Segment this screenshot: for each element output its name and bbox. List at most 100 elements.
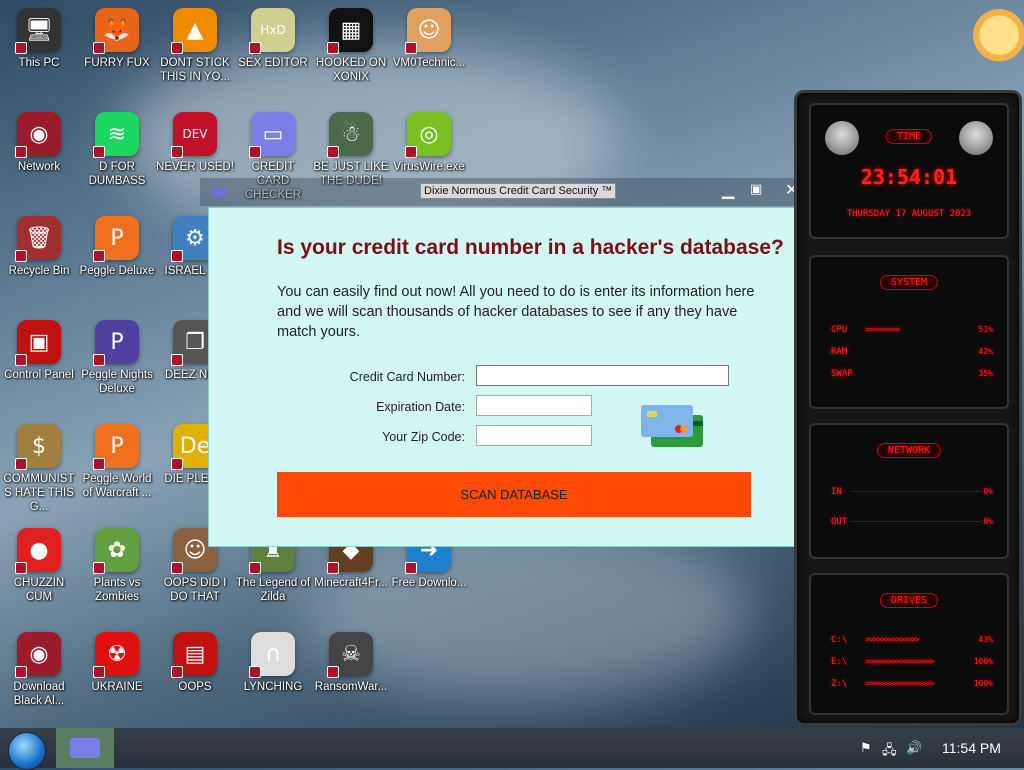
desktop-icon-image: P <box>93 424 139 470</box>
desktop-icon-label: D FOR DUMBASS <box>88 161 146 187</box>
desktop-icon[interactable]: ☢ UKRAINE <box>78 632 156 694</box>
drive-row-label: E:\ <box>831 657 848 667</box>
expiration-date-input[interactable] <box>476 395 592 416</box>
shortcut-badge-icon <box>171 250 183 262</box>
desktop-icon[interactable]: P Peggle Deluxe <box>78 216 156 278</box>
desktop-icon-image: ▭ <box>249 112 295 158</box>
desktop-icon-label: Download Black Al... <box>13 681 65 707</box>
desktop-icon[interactable]: ▤ OOPS <box>156 632 234 694</box>
desktop-icon-label: SEX EDITOR <box>238 57 308 69</box>
desktop-icon[interactable]: ◉ Network <box>0 112 78 174</box>
volume-icon[interactable]: 🔊 <box>906 741 922 756</box>
desktop-icon-label: Plants vs Zombies <box>93 577 141 603</box>
desktop-icon[interactable]: ☃ BE JUST LIKE THE DUDE! <box>312 112 390 188</box>
desktop-icon-label: COMMUNISTS HATE THIS G... <box>3 473 75 513</box>
zip-code-input[interactable] <box>476 425 592 446</box>
desktop-icon-label: Minecraft4Fr... <box>314 577 388 589</box>
drive-row-bar: >>>>>>>>>>>>>>>>>> <box>865 679 935 688</box>
desktop-icon[interactable]: ▦ HOOKED ON XONIX <box>312 8 390 84</box>
drive-row-percent: 43% <box>978 635 993 644</box>
shortcut-badge-icon <box>15 666 27 678</box>
desktop-icon-image: ☠ <box>327 632 373 678</box>
minimize-icon[interactable]: ▁ <box>722 180 734 199</box>
shortcut-badge-icon <box>405 146 417 158</box>
desktop-icon-image: ◉ <box>15 112 61 158</box>
network-row-percent: 0% <box>983 487 993 496</box>
desktop-icon-image: ▤ <box>171 632 217 678</box>
desktop-icon-image: ◎ <box>405 112 451 158</box>
shortcut-badge-icon <box>249 562 261 574</box>
desktop-icon-label: RansomWar... <box>314 681 388 693</box>
shortcut-badge-icon <box>405 42 417 54</box>
window-titlebar[interactable]: Dixie Normous Credit Card Security ™ ▁ ▣… <box>200 178 815 206</box>
desktop-icon[interactable]: ≋ D FOR DUMBASS <box>78 112 156 188</box>
desktop-icon-label: Peggle Deluxe <box>79 265 155 277</box>
shortcut-badge-icon <box>327 42 339 54</box>
desktop-icon-image: 🦊 <box>93 8 139 54</box>
desktop-icon[interactable]: ◉ Download Black Al... <box>0 632 78 708</box>
page-title: Is your credit card number in a hacker's… <box>277 236 784 259</box>
drive-row-bar: >>>>>>>>>>>>>>>>>> <box>865 657 935 666</box>
time-panel: TIME 23:54:01 THURSDAY 17 AUGUST 2023 <box>809 103 1009 239</box>
desktop-icon-label: UKRAINE <box>91 681 143 693</box>
desktop-icon[interactable]: 🦊 FURRY FUX <box>78 8 156 70</box>
desktop-icon[interactable]: ☺ VM0Technic... <box>390 8 468 70</box>
shortcut-badge-icon <box>93 250 105 262</box>
desktop-icon-image: ◉ <box>15 632 61 678</box>
desktop-icon-label: LYNCHING <box>243 681 303 693</box>
desktop-icon[interactable]: ✿ Plants vs Zombies <box>78 528 156 604</box>
card-number-input[interactable] <box>476 365 729 386</box>
maximize-icon[interactable]: ▣ <box>750 182 762 197</box>
desktop-icon[interactable]: 🗑 Recycle Bin <box>0 216 78 278</box>
desktop-icon[interactable]: $ COMMUNISTS HATE THIS G... <box>0 424 78 514</box>
shortcut-badge-icon <box>93 354 105 366</box>
app-card-icon <box>70 738 100 758</box>
network-row-label: OUT <box>831 517 848 527</box>
desktop-icon-image: P <box>93 320 139 366</box>
taskbar-app-credit-card-checker[interactable] <box>56 728 114 768</box>
desktop-icon[interactable]: ▣ Control Panel <box>0 320 78 382</box>
desktop-icon[interactable]: ▲ DONT STICK THIS IN YO... <box>156 8 234 84</box>
drive-row-percent: 100% <box>973 657 993 666</box>
shortcut-badge-icon <box>327 562 339 574</box>
desktop-icon[interactable]: ∩ LYNCHING <box>234 632 312 694</box>
desktop-icon-label: Free Downlo... <box>391 577 467 589</box>
system-header: SYSTEM <box>879 275 939 290</box>
desktop-icon[interactable]: DEV NEVER USED! <box>156 112 234 174</box>
desktop-icon[interactable]: ◎ VirusWire.exe <box>390 112 468 174</box>
desktop-icon[interactable]: HxD SEX EDITOR <box>234 8 312 70</box>
time-header: TIME <box>885 129 933 144</box>
desktop-icon[interactable]: ☠ RansomWar... <box>312 632 390 694</box>
shortcut-badge-icon <box>15 146 27 158</box>
desktop-icon-label: HOOKED ON XONIX <box>315 57 387 83</box>
desktop-icon-image: 🖥 <box>15 8 61 54</box>
desktop-icon[interactable]: ● CHUZZIN CUM <box>0 528 78 604</box>
drive-row-label: Z:\ <box>831 679 848 689</box>
network-header: NETWORK <box>876 443 942 458</box>
desktop-icon[interactable]: P Peggle Nights Deluxe <box>78 320 156 396</box>
drive-row-label: C:\ <box>831 635 848 645</box>
desktop-icon[interactable]: P Peggle World of Warcraft ... <box>78 424 156 500</box>
desktop-icon-label: NEVER USED! <box>156 161 234 173</box>
desktop-icon-label: DONT STICK THIS IN YO... <box>159 57 231 83</box>
desktop-icon-label: Peggle Nights Deluxe <box>81 369 153 395</box>
desktop-icon-label: Recycle Bin <box>8 265 70 277</box>
expiration-date-label: Expiration Date: <box>376 400 465 414</box>
desktop-icon-image: ☃ <box>327 112 373 158</box>
network-row-percent: 0% <box>983 517 993 526</box>
start-button[interactable] <box>8 732 46 770</box>
network-graph-line <box>851 521 981 522</box>
taskbar-clock[interactable]: 11:54 PM <box>942 740 1001 756</box>
shortcut-badge-icon <box>171 458 183 470</box>
network-icon[interactable]: 🖧 <box>882 741 897 763</box>
shortcut-badge-icon <box>15 250 27 262</box>
window-title: Dixie Normous Credit Card Security ™ <box>420 183 617 199</box>
desktop-icon[interactable]: 🖥 This PC <box>0 8 78 70</box>
scan-database-button[interactable]: SCAN DATABASE <box>277 472 751 517</box>
desktop-icon-label: The Legend of Zilda <box>235 577 311 603</box>
drives-header: DRIVES <box>879 593 939 608</box>
system-row-label: RAM <box>831 347 848 357</box>
flag-icon[interactable]: ⚑ <box>860 741 872 756</box>
shortcut-badge-icon <box>15 42 27 54</box>
desktop-icon-image: HxD <box>249 8 295 54</box>
